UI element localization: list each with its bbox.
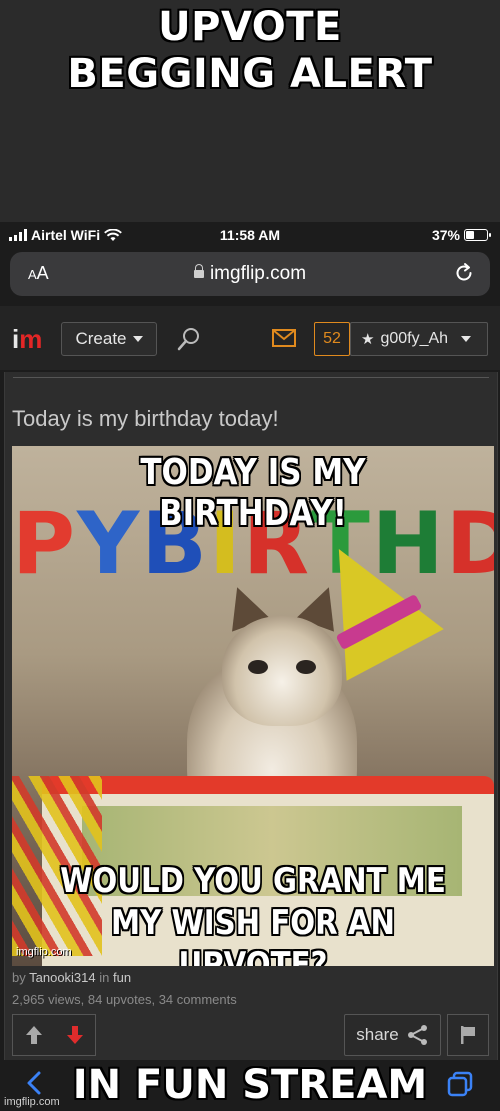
- by-label: by: [12, 970, 26, 985]
- post-title: Today is my birthday today!: [12, 406, 279, 431]
- meme-image[interactable]: PY BIRTHD TODAY IS MY BIRTHDAY! WOULD YO…: [12, 446, 494, 966]
- divider: [13, 377, 489, 378]
- share-button[interactable]: share: [344, 1014, 441, 1056]
- user-menu-button[interactable]: ★ g00fy_Ah: [350, 322, 488, 356]
- clock: 11:58 AM: [219, 227, 281, 243]
- top-meme-caption: UPVOTE BEGGING ALERT: [0, 4, 500, 98]
- bottom-meme-caption: IN FUN STREAM: [72, 1062, 428, 1108]
- vote-controls: [12, 1014, 96, 1056]
- share-icon: [407, 1025, 427, 1045]
- imgflip-watermark: imgflip.com: [4, 1096, 60, 1108]
- mail-icon[interactable]: [272, 329, 296, 347]
- create-label: Create: [75, 329, 127, 348]
- search-icon[interactable]: [176, 326, 202, 352]
- upvote-button[interactable]: [13, 1015, 54, 1055]
- watermark: imgflip.com: [16, 946, 72, 958]
- url-display[interactable]: imgflip.com: [10, 263, 490, 285]
- status-bar: Airtel WiFi 11:58 AM 37%: [0, 222, 500, 250]
- flag-button[interactable]: [447, 1014, 489, 1056]
- chevron-down-icon: [132, 336, 143, 342]
- cat-eye: [296, 660, 316, 674]
- imgflip-logo[interactable]: im: [12, 324, 42, 355]
- post-container: Today is my birthday today! PY BIRTHD TO…: [4, 372, 498, 1111]
- phone-screenshot: Airtel WiFi 11:58 AM 37% AA imgflip.com …: [0, 222, 500, 1111]
- reload-icon[interactable]: [452, 261, 476, 285]
- share-label: share: [356, 1025, 399, 1044]
- top-caption-text: UPVOTE BEGGING ALERT: [67, 4, 433, 97]
- author-link[interactable]: Tanooki314: [29, 970, 96, 985]
- battery-icon: [464, 229, 491, 241]
- address-bar[interactable]: AA imgflip.com: [10, 252, 490, 296]
- site-header: im Create 52 ★ g00fy_Ah: [0, 306, 500, 370]
- arrow-up-icon: [25, 1026, 42, 1044]
- arrow-down-icon: [66, 1026, 83, 1044]
- meme-top-text: TODAY IS MY BIRTHDAY!: [140, 452, 366, 534]
- chevron-down-icon: [461, 336, 472, 342]
- stream-link[interactable]: fun: [113, 970, 131, 985]
- flag-icon: [461, 1026, 475, 1044]
- notification-count[interactable]: 52: [314, 322, 350, 356]
- username: g00fy_Ah: [380, 330, 449, 347]
- lock-icon: [193, 264, 204, 278]
- meme-bottom-text: WOULD YOU GRANT ME MY WISH FOR AN UPVOTE…: [60, 861, 446, 966]
- url-text: imgflip.com: [209, 263, 307, 284]
- battery-percent: 37%: [431, 227, 460, 243]
- battery-group: 37%: [431, 227, 491, 243]
- in-label: in: [99, 970, 110, 985]
- post-stats: 2,965 views, 84 upvotes, 34 comments: [12, 992, 237, 1007]
- downvote-button[interactable]: [54, 1015, 95, 1055]
- cat-eye: [248, 660, 268, 674]
- create-button[interactable]: Create: [61, 322, 157, 356]
- star-icon: ★: [361, 331, 375, 348]
- post-attribution: by Tanooki314 in fun: [12, 970, 131, 985]
